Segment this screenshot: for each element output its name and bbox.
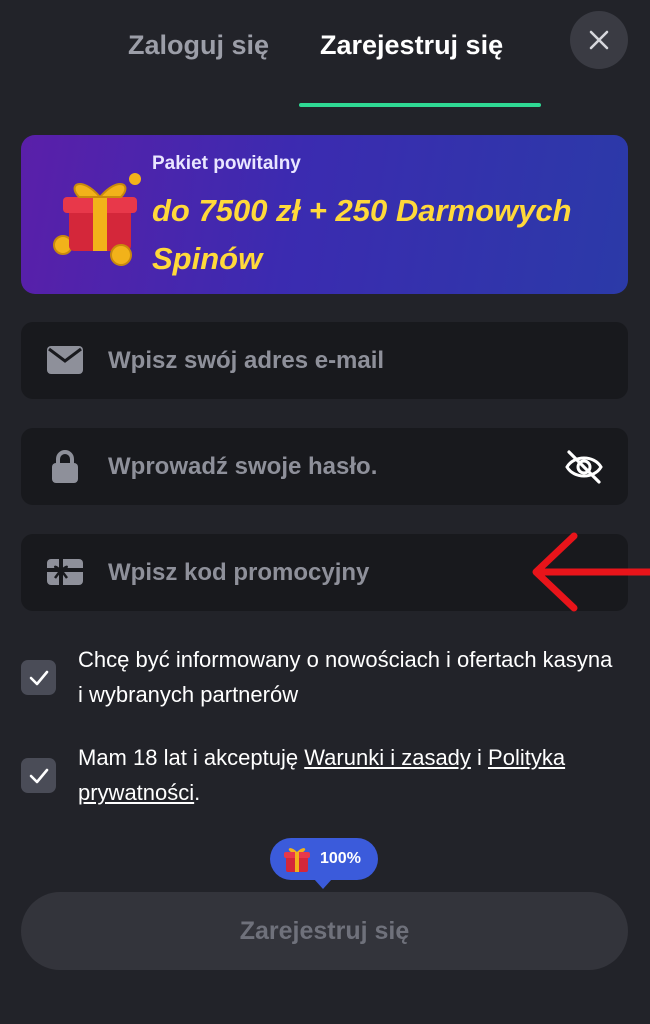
- checkmark-icon: [29, 670, 48, 685]
- terms-middle: i: [470, 745, 489, 770]
- terms-suffix: .: [194, 780, 201, 805]
- checkmark-icon: [29, 768, 48, 783]
- password-input[interactable]: [108, 428, 568, 505]
- terms-consent-label: Mam 18 lat i akceptuję Warunki i zasady …: [78, 740, 618, 810]
- terms-link[interactable]: Warunki i zasady: [304, 745, 471, 770]
- eye-off-icon: [565, 450, 603, 484]
- welcome-bonus-banner: Pakiet powitalny do 7500 zł + 250 Darmow…: [21, 135, 628, 294]
- terms-consent-checkbox[interactable]: [21, 758, 56, 793]
- banner-subtitle: Pakiet powitalny: [152, 153, 301, 174]
- show-password-toggle[interactable]: [562, 445, 606, 489]
- tab-register[interactable]: Zarejestruj się: [320, 30, 503, 61]
- close-button[interactable]: [570, 11, 628, 69]
- lock-icon: [47, 448, 83, 484]
- gift-icon: [284, 848, 310, 872]
- gift-box-icon: [53, 173, 141, 266]
- register-button[interactable]: Zarejestruj się: [21, 892, 628, 970]
- terms-prefix: Mam 18 lat i akceptuję: [78, 745, 305, 770]
- auth-tabs: Zaloguj się Zarejestruj się: [0, 0, 650, 108]
- active-tab-indicator: [299, 103, 541, 107]
- gift-card-icon: [47, 554, 83, 590]
- bonus-progress-badge: 100%: [270, 838, 378, 889]
- marketing-consent-label: Chcę być informowany o nowościach i ofer…: [78, 647, 613, 707]
- annotation-arrow-icon: [532, 532, 650, 612]
- bonus-percent: 100%: [320, 850, 361, 867]
- banner-title: do 7500 zł + 250 Darmowych Spinów: [152, 193, 572, 276]
- email-input[interactable]: [108, 322, 568, 399]
- marketing-consent-checkbox[interactable]: [21, 660, 56, 695]
- envelope-icon: [47, 342, 83, 378]
- tab-login[interactable]: Zaloguj się: [128, 30, 269, 61]
- email-field-container: [21, 322, 628, 399]
- registration-page: Zaloguj się Zarejestruj się Pakiet powit…: [0, 0, 650, 1024]
- close-icon: [589, 30, 609, 50]
- password-field-container: [21, 428, 628, 505]
- promo-code-input[interactable]: [108, 534, 568, 611]
